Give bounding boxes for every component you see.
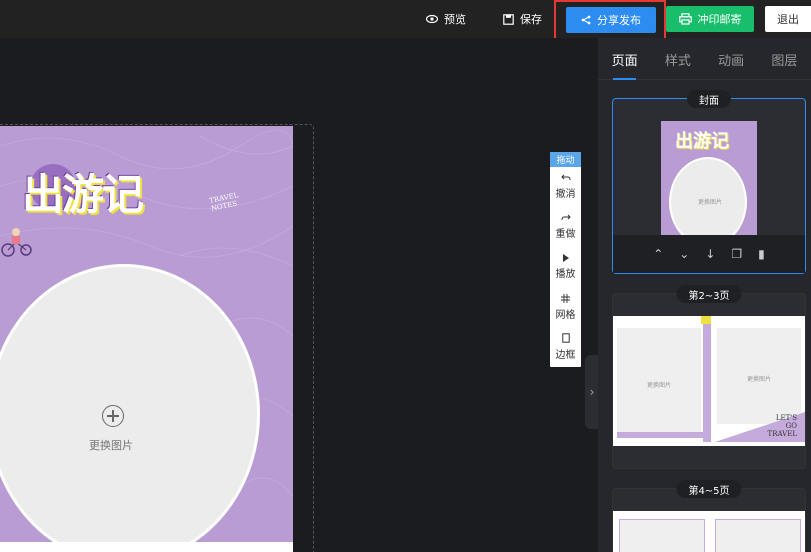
plus-circle-icon <box>102 405 124 427</box>
page-card-label: 第4~5页 <box>676 480 742 498</box>
grid-button[interactable]: 网格 <box>550 287 581 327</box>
thumb-right-text: 更换图片 <box>746 376 771 383</box>
exit-button[interactable]: 退出 <box>765 6 811 32</box>
print-label: 冲印邮寄 <box>697 13 742 26</box>
save-label: 保存 <box>520 13 542 26</box>
panel-tabs: 页面 样式 动画 图层 <box>598 38 811 80</box>
floating-toolbar: 拖动 撤消 重做 播放 网格 边框 <box>550 152 581 367</box>
tab-layers[interactable]: 图层 <box>758 38 811 80</box>
grid-icon <box>561 293 570 303</box>
replace-image-label: 更换图片 <box>89 439 133 452</box>
share-highlight-box: 分享发布 <box>554 0 666 40</box>
cover-title-art: 出游记 <box>22 170 144 219</box>
print-mail-button[interactable]: 冲印邮寄 <box>666 6 754 32</box>
thumb-image-left <box>619 519 705 552</box>
right-panel: 页面 样式 动画 图层 封面 出游记 更换图片 ⌃ ⌄ ↓ ❐ ▮ 第2~3页 … <box>598 38 811 552</box>
grid-label: 网格 <box>555 309 576 321</box>
share-publish-button[interactable]: 分享发布 <box>566 7 656 33</box>
tab-animation[interactable]: 动画 <box>705 38 758 80</box>
border-icon <box>561 333 570 343</box>
play-label: 播放 <box>555 269 576 280</box>
undo-icon <box>560 174 570 181</box>
thumb-image-right: 更换图片 <box>717 328 801 424</box>
printer-icon <box>678 13 692 25</box>
play-icon <box>562 254 569 262</box>
page-card-2-3[interactable]: 第2~3页 更换图片 更换图片 LET'S GO TRAVEL <box>612 285 806 469</box>
share-icon <box>581 15 591 25</box>
page-action-bar: ⌃ ⌄ ↓ ❐ ▮ <box>613 235 805 273</box>
spread-thumbnail-2 <box>613 511 805 552</box>
tab-styles[interactable]: 样式 <box>651 38 704 80</box>
thumb-left-text: 更换图片 <box>646 382 671 389</box>
page-card-cover[interactable]: 封面 出游记 更换图片 ⌃ ⌄ ↓ ❐ ▮ <box>612 90 806 274</box>
save-button[interactable]: 保存 <box>503 0 542 38</box>
thumb-image-placeholder: 更换图片 <box>669 157 747 247</box>
undo-button[interactable]: 撤消 <box>550 167 581 207</box>
cover-page[interactable]: 出游记 TRAVEL NOTES 更换图片 <box>0 126 293 552</box>
preview-label: 预览 <box>444 13 466 26</box>
preview-button[interactable]: 预览 <box>426 0 466 38</box>
tab-pages[interactable]: 页面 <box>598 38 651 80</box>
bicycle-illustration <box>1 228 32 257</box>
page-card-label: 封面 <box>687 90 731 108</box>
redo-icon <box>561 214 571 221</box>
spread-thumbnail: 更换图片 更换图片 LET'S GO TRAVEL <box>613 316 805 446</box>
redo-label: 重做 <box>555 229 576 240</box>
thumb-vertical-strip <box>703 324 711 442</box>
panel-collapse-button[interactable]: › <box>585 355 599 429</box>
move-up-icon[interactable]: ⌃ <box>653 247 663 261</box>
eye-icon <box>426 14 438 24</box>
page-footer-strip <box>0 542 293 552</box>
move-down-icon[interactable]: ⌄ <box>679 247 689 261</box>
arrow-down-icon[interactable]: ↓ <box>705 247 715 261</box>
thumb-horizontal-strip <box>617 432 711 438</box>
copy-icon[interactable]: ❐ <box>731 247 742 261</box>
save-icon <box>503 13 514 25</box>
top-bar: 预览 保存 分享发布 冲印邮寄 退出 <box>0 0 811 40</box>
cover-thumbnail: 出游记 更换图片 <box>661 121 757 251</box>
border-button[interactable]: 边框 <box>550 327 581 367</box>
redo-button[interactable]: 重做 <box>550 207 581 247</box>
share-label: 分享发布 <box>597 14 641 27</box>
border-label: 边框 <box>555 350 576 361</box>
thumb-caption: LET'S GO TRAVEL <box>767 414 797 438</box>
page-card-4-5[interactable]: 第4~5页 <box>612 480 806 552</box>
drag-handle[interactable]: 拖动 <box>550 152 581 167</box>
thumb-title: 出游记 <box>675 131 729 152</box>
trash-icon[interactable]: ▮ <box>758 247 765 261</box>
page-card-label: 第2~3页 <box>676 285 742 303</box>
thumb-image-left: 更换图片 <box>617 328 701 438</box>
thumb-yellow-tab <box>701 316 711 324</box>
thumb-image-right <box>715 519 801 552</box>
thumb-placeholder-text: 更换图片 <box>697 199 722 206</box>
chevron-right-icon: › <box>589 385 595 399</box>
undo-label: 撤消 <box>555 189 576 200</box>
play-button[interactable]: 播放 <box>550 247 581 287</box>
